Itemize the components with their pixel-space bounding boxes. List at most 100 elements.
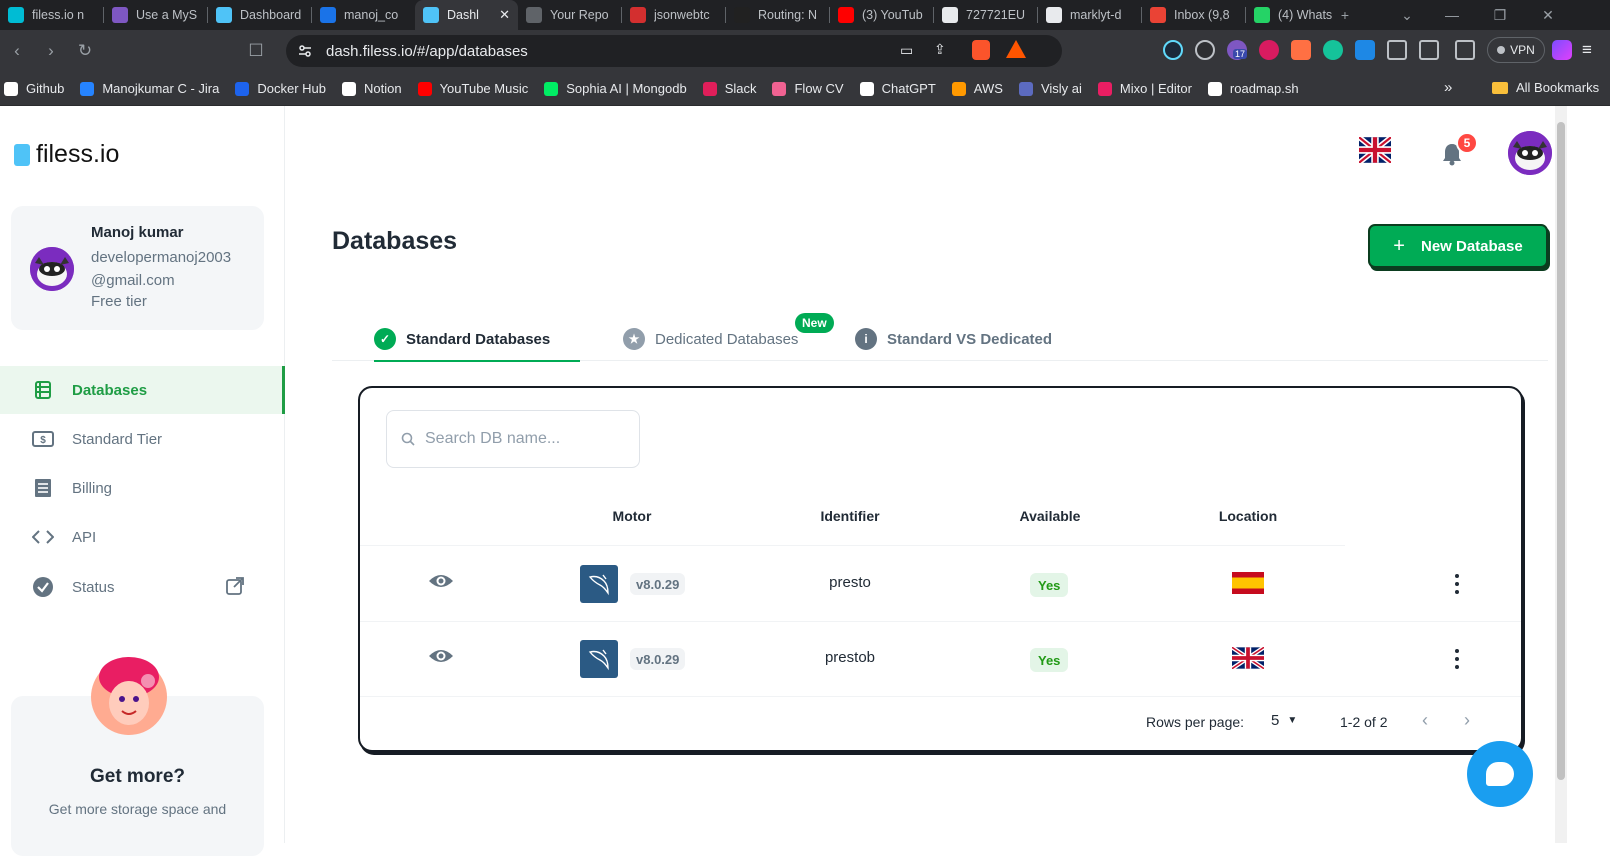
db-identifier: prestob	[824, 649, 876, 666]
sidebar-item-status[interactable]: Status	[0, 563, 285, 611]
tab-standard-databases[interactable]: ✓ Standard Databases	[374, 319, 580, 362]
bookmark-item[interactable]: Manojkumar C - Jira	[80, 81, 219, 96]
back-icon[interactable]: ‹	[0, 36, 34, 66]
close-window-icon[interactable]: ✕	[1528, 0, 1568, 30]
browser-tab[interactable]: Dashboard	[208, 0, 311, 30]
sidebar-item-standard-tier[interactable]: $ Standard Tier	[0, 415, 285, 463]
menu-icon[interactable]: ≡	[1582, 40, 1592, 60]
bookmark-item[interactable]: ChatGPT	[859, 81, 936, 96]
site-info-icon[interactable]	[298, 44, 312, 58]
search-input[interactable]: Search DB name...	[386, 410, 640, 468]
sidebar-item-api[interactable]: API	[0, 513, 285, 561]
view-eye-icon[interactable]	[428, 572, 454, 594]
browser-tab[interactable]: 727721EU	[934, 0, 1037, 30]
browser-tab[interactable]: (3) YouTub	[830, 0, 933, 30]
address-bar[interactable]: dash.filess.io/#/app/databases ▭ ⇪	[286, 35, 1062, 67]
tab-search-icon[interactable]: ⌄	[1387, 0, 1427, 30]
new-database-button[interactable]: + New Database	[1368, 224, 1548, 268]
bookmark-item[interactable]: Sophia AI | Mongodb	[544, 81, 687, 96]
view-eye-icon[interactable]	[428, 647, 454, 669]
sidebar-toggle-icon[interactable]	[1419, 40, 1439, 60]
more-bookmarks-icon[interactable]: »	[1444, 79, 1452, 96]
bookmark-item[interactable]: Visly ai	[1018, 81, 1082, 96]
forward-icon[interactable]: ›	[34, 36, 68, 66]
pagination-range: 1-2 of 2	[1340, 714, 1388, 730]
language-uk-flag-icon[interactable]	[1359, 137, 1391, 163]
vpn-button[interactable]: VPN	[1487, 37, 1545, 63]
extension-badge-icon[interactable]: 17	[1227, 40, 1248, 60]
browser-tab[interactable]: Dashl ✕	[415, 0, 518, 30]
sidebar-item-billing[interactable]: Billing	[0, 464, 285, 512]
tab-favicon-icon	[216, 7, 232, 23]
row-menu-icon[interactable]	[1450, 572, 1464, 596]
cast-icon[interactable]: ▭	[900, 42, 913, 59]
mysql-icon	[580, 640, 618, 678]
bookmark-item[interactable]: Mixo | Editor	[1097, 81, 1192, 96]
external-link-icon[interactable]	[226, 577, 244, 600]
logo-text: filess.io	[36, 140, 120, 168]
scrollbar[interactable]	[1555, 106, 1567, 843]
chat-bubble-icon	[1486, 762, 1514, 786]
fire-extension-icon[interactable]	[1291, 40, 1311, 60]
column-header-available[interactable]: Available	[1000, 508, 1100, 524]
bookmark-item[interactable]: Slack	[702, 81, 756, 96]
close-tab-icon[interactable]: ✕	[499, 7, 510, 23]
browser-tab[interactable]: Use a MyS	[104, 0, 207, 30]
tab-favicon-icon	[630, 7, 646, 23]
brave-shield-icon[interactable]	[972, 40, 990, 60]
wallet-icon[interactable]	[1455, 40, 1475, 60]
rows-per-page-select[interactable]: 5 ▼	[1271, 712, 1297, 729]
url-text: dash.filess.io/#/app/databases	[326, 42, 528, 60]
row-divider	[360, 696, 1521, 697]
chat-widget-button[interactable]	[1467, 741, 1533, 807]
bookmark-item[interactable]: Flow CV	[772, 81, 844, 96]
table-row: v8.0.29 prestob Yes	[360, 621, 1521, 696]
browser-tab[interactable]: jsonwebtc	[622, 0, 725, 30]
bookmark-item[interactable]: roadmap.sh	[1207, 81, 1299, 96]
grammarly-icon[interactable]	[1323, 40, 1343, 60]
bookmark-item[interactable]: Docker Hub	[235, 81, 326, 96]
row-menu-icon[interactable]	[1450, 647, 1464, 671]
column-header-motor[interactable]: Motor	[582, 508, 682, 524]
share-icon[interactable]: ⇪	[934, 41, 946, 58]
leo-ai-icon[interactable]	[1552, 40, 1572, 60]
browser-tab[interactable]: marklyt-d	[1038, 0, 1141, 30]
brave-rewards-icon[interactable]	[1006, 40, 1026, 58]
table-pagination: Rows per page: 5 ▼ 1-2 of 2 ‹ ›	[360, 706, 1521, 746]
bookmark-favicon-icon	[417, 81, 432, 96]
browser-tab[interactable]: Routing: N	[726, 0, 829, 30]
avatar[interactable]	[30, 247, 74, 291]
sidebar-item-databases[interactable]: Databases	[0, 366, 285, 414]
browser-tab[interactable]: filess.io n	[0, 0, 103, 30]
extensions-puzzle-icon[interactable]	[1387, 40, 1407, 60]
prev-page-icon[interactable]: ‹	[1422, 710, 1428, 731]
reload-icon[interactable]: ↻	[68, 36, 102, 66]
tab-standard-vs-dedicated[interactable]: i Standard VS Dedicated	[855, 319, 1052, 359]
next-page-icon[interactable]: ›	[1464, 710, 1470, 731]
scrollbar-thumb[interactable]	[1557, 122, 1565, 780]
all-bookmarks-folder[interactable]: All Bookmarks	[1492, 80, 1599, 95]
extension-circle-icon[interactable]	[1195, 40, 1215, 60]
column-header-location[interactable]: Location	[1198, 508, 1298, 524]
browser-tab[interactable]: Your Repo	[518, 0, 621, 30]
browser-tab[interactable]: Inbox (9,8	[1142, 0, 1245, 30]
maximize-icon[interactable]: ❐	[1480, 0, 1520, 30]
account-avatar[interactable]	[1508, 131, 1552, 175]
bookmark-icon[interactable]: ☐	[239, 36, 273, 66]
video-extension-icon[interactable]	[1355, 40, 1375, 60]
minimize-icon[interactable]: —	[1432, 0, 1472, 30]
logo[interactable]: filess.io	[14, 140, 119, 169]
bookmark-item[interactable]: Notion	[341, 81, 402, 96]
tab-dedicated-databases[interactable]: ★ Dedicated Databases	[623, 319, 798, 359]
new-tab-button[interactable]: +	[1325, 0, 1365, 30]
receipt-icon	[32, 477, 54, 499]
column-header-identifier[interactable]: Identifier	[800, 508, 900, 524]
record-extension-icon[interactable]	[1259, 40, 1279, 60]
browser-tab-strip: filess.io n Use a MyS Dashboard manoj_co Das…	[0, 0, 1610, 30]
react-devtools-icon[interactable]	[1163, 40, 1183, 60]
bookmark-item[interactable]: Github	[4, 81, 64, 96]
bookmark-item[interactable]: AWS	[951, 81, 1003, 96]
browser-tab[interactable]: manoj_co	[312, 0, 415, 30]
user-email: developermanoj2003 @gmail.com	[91, 249, 232, 289]
bookmark-item[interactable]: YouTube Music	[417, 81, 528, 96]
